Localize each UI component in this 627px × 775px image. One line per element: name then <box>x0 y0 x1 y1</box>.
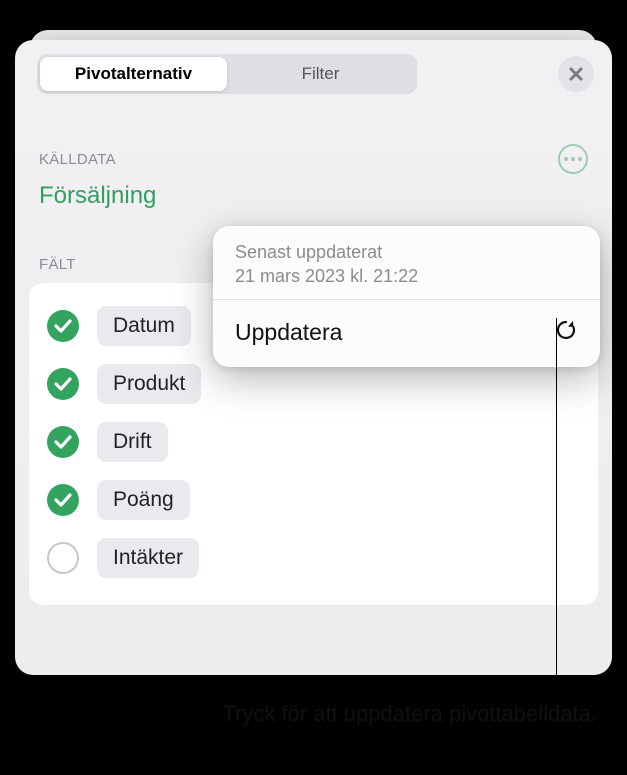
last-updated-label: Senast uppdaterat <box>235 240 578 264</box>
check-icon <box>54 435 72 449</box>
close-icon <box>568 66 584 82</box>
pivot-options-panel: Pivotalternativ Filter KÄLLDATA Försäljn… <box>15 40 612 675</box>
field-row: Intäkter <box>47 529 580 587</box>
field-checkbox[interactable] <box>47 542 79 574</box>
segmented-control: Pivotalternativ Filter <box>37 54 417 94</box>
field-pill[interactable]: Poäng <box>97 480 190 520</box>
refresh-button[interactable]: Uppdatera <box>213 300 600 367</box>
source-table-name[interactable]: Försäljning <box>39 182 588 210</box>
field-pill[interactable]: Datum <box>97 306 191 346</box>
field-checkbox[interactable] <box>47 310 79 342</box>
field-row: Poäng <box>47 471 580 529</box>
popover-info: Senast uppdaterat 21 mars 2023 kl. 21:22 <box>213 226 600 300</box>
check-icon <box>54 377 72 391</box>
refresh-popover: Senast uppdaterat 21 mars 2023 kl. 21:22… <box>213 226 600 367</box>
field-checkbox[interactable] <box>47 484 79 516</box>
tab-filter[interactable]: Filter <box>227 57 414 91</box>
field-pill[interactable]: Drift <box>97 422 168 462</box>
callout-text: Tryck för att uppdatera pivottabelldata. <box>180 700 597 729</box>
refresh-label: Uppdatera <box>235 319 342 346</box>
ellipsis-icon <box>564 157 582 161</box>
more-options-button[interactable] <box>558 144 588 174</box>
close-button[interactable] <box>558 56 594 92</box>
source-data-section: KÄLLDATA Försäljning <box>15 144 612 210</box>
callout-leader-line <box>556 318 557 696</box>
panel-header: Pivotalternativ Filter <box>15 40 612 108</box>
source-data-label: KÄLLDATA <box>39 151 116 168</box>
field-checkbox[interactable] <box>47 426 79 458</box>
check-icon <box>54 493 72 507</box>
check-icon <box>54 319 72 333</box>
field-pill[interactable]: Produkt <box>97 364 201 404</box>
refresh-icon <box>554 318 578 347</box>
field-row: Drift <box>47 413 580 471</box>
last-updated-value: 21 mars 2023 kl. 21:22 <box>235 264 578 288</box>
tab-pivot-options[interactable]: Pivotalternativ <box>40 57 227 91</box>
field-checkbox[interactable] <box>47 368 79 400</box>
field-pill[interactable]: Intäkter <box>97 538 199 578</box>
